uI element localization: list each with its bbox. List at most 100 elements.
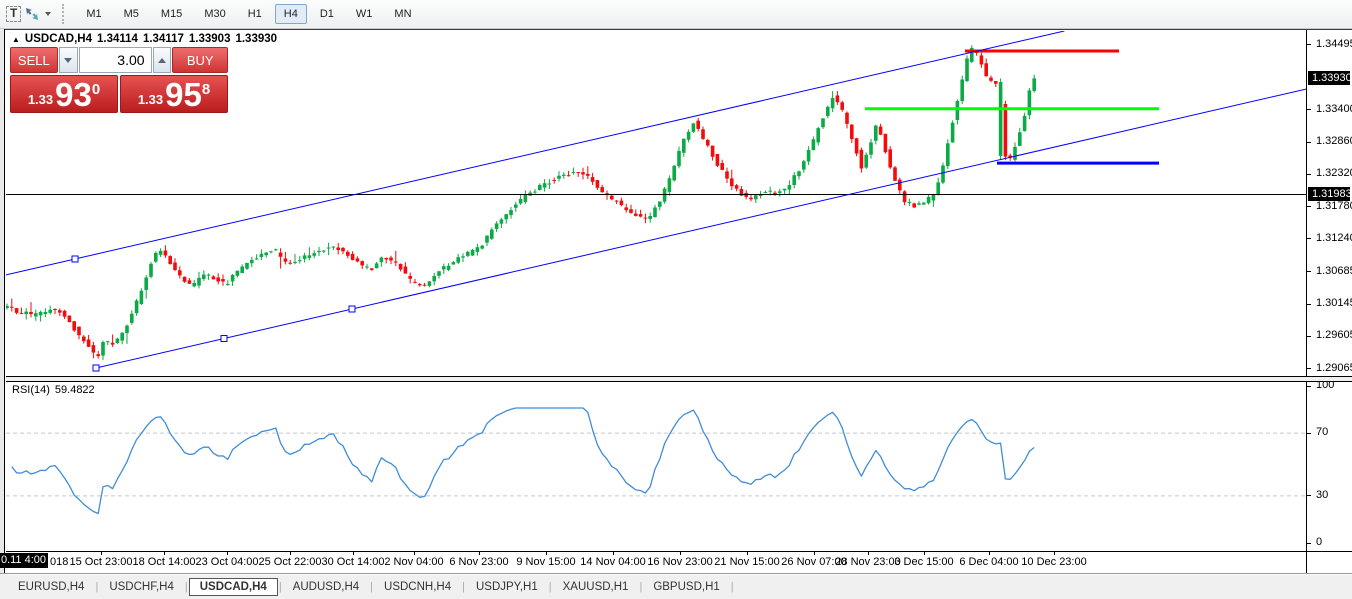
candle-body — [715, 154, 720, 166]
candle-body — [595, 180, 600, 188]
candle-body — [422, 284, 427, 286]
candle-body — [984, 63, 988, 77]
candle-body — [446, 265, 451, 270]
candle-body — [254, 258, 259, 260]
rsi-axis-tick — [1307, 542, 1311, 544]
candle-body — [120, 332, 124, 341]
text-tool-icon[interactable]: T — [6, 4, 22, 24]
candle-body — [355, 258, 360, 262]
candle-body — [557, 175, 561, 179]
time-label: 9 Nov 15:00 — [516, 556, 576, 568]
sell-button[interactable]: SELL — [10, 47, 58, 73]
candle-wick — [11, 298, 13, 312]
volume-decrease-button[interactable] — [58, 47, 78, 73]
candle-wick — [308, 247, 310, 261]
candle-body — [331, 246, 336, 248]
candle-body — [475, 247, 480, 252]
candle-body — [571, 172, 576, 174]
time-tick — [479, 552, 480, 555]
time-tick — [164, 552, 165, 555]
time-tick — [101, 552, 102, 555]
buy-price-box[interactable]: 1.33 95 8 — [120, 75, 228, 113]
candle-body — [302, 255, 307, 259]
arrows-tool-icon[interactable] — [24, 4, 40, 24]
timeframe-button-mn[interactable]: MN — [385, 4, 420, 24]
channel-handle[interactable] — [220, 335, 228, 342]
timeframe-button-m1[interactable]: M1 — [77, 4, 110, 24]
time-tick — [353, 552, 354, 555]
tab-eurusd[interactable]: EURUSD,H4 — [8, 578, 94, 596]
chevron-down-icon[interactable] — [45, 12, 52, 19]
timeframe-button-h1[interactable]: H1 — [239, 4, 271, 24]
tab-usdcnh[interactable]: USDCNH,H4 — [374, 578, 461, 596]
candle-body — [312, 253, 316, 256]
candle-body — [538, 185, 542, 190]
candle-body — [907, 201, 912, 203]
volume-input[interactable] — [78, 47, 152, 73]
candle-body — [782, 188, 787, 191]
price-label: 1.29605 — [1316, 329, 1352, 342]
timeframe-button-h4[interactable]: H4 — [274, 4, 307, 24]
candle-body — [58, 310, 62, 313]
collapse-panel-icon[interactable]: ▲ — [12, 35, 20, 44]
candle-body — [691, 123, 696, 132]
buy-button[interactable]: BUY — [172, 47, 228, 73]
price-label: 1.32320 — [1316, 167, 1352, 180]
price-tick — [1307, 141, 1311, 143]
candle-body — [413, 281, 417, 283]
candle-body — [706, 140, 710, 146]
timeframe-button-m15[interactable]: M15 — [152, 4, 191, 24]
candle-body — [264, 252, 268, 256]
candle-body — [581, 172, 585, 175]
timeframe-button-d1[interactable]: D1 — [311, 4, 343, 24]
channel-handle[interactable] — [348, 305, 356, 313]
toolbar-drag-handle[interactable] — [62, 4, 66, 24]
rsi-axis-label: 30 — [1316, 488, 1329, 501]
candle-body — [917, 203, 921, 205]
candle-body — [389, 257, 393, 261]
candle-body — [480, 245, 484, 249]
channel-handle[interactable] — [92, 364, 100, 372]
candle-wick — [328, 242, 330, 256]
tab-usdjpy[interactable]: USDJPY,H1 — [466, 578, 548, 596]
candle-body — [134, 300, 139, 314]
candle-body — [1022, 115, 1027, 132]
time-tick — [414, 552, 415, 555]
candle-wick — [284, 252, 286, 265]
volume-increase-button[interactable] — [152, 47, 172, 73]
candle-body — [230, 274, 235, 282]
timeframe-button-m30[interactable]: M30 — [195, 4, 234, 24]
price-label: 1.31780 — [1316, 199, 1352, 212]
tab-xauusd[interactable]: XAUUSD,H1 — [553, 578, 639, 596]
timeframe-button-w1[interactable]: W1 — [347, 4, 382, 24]
candle-body — [994, 81, 998, 84]
candle-wick — [289, 259, 291, 265]
time-tick — [747, 552, 748, 555]
candle-body — [278, 252, 283, 257]
tab-usdchf[interactable]: USDCHF,H4 — [99, 578, 184, 596]
time-label: 2 Nov 04:00 — [384, 556, 444, 568]
tab-usdcad[interactable]: USDCAD,H4 — [188, 578, 278, 596]
candle-body — [34, 313, 38, 317]
ohlc-open: 1.34114 — [97, 33, 138, 45]
sell-price-box[interactable]: 1.33 93 0 — [10, 75, 118, 113]
trend-channel-main-line[interactable] — [95, 88, 1306, 369]
time-tick — [1054, 552, 1055, 555]
candle-body — [154, 252, 158, 262]
candle-body — [470, 249, 475, 256]
timeframe-button-m5[interactable]: M5 — [115, 4, 148, 24]
candle-body — [965, 58, 969, 82]
time-tick — [680, 552, 681, 555]
tab-audusd[interactable]: AUDUSD,H4 — [283, 578, 369, 596]
candle-body — [485, 235, 489, 243]
ohlc-high: 1.34117 — [142, 33, 184, 45]
candle-body — [173, 262, 177, 270]
candle-body — [898, 179, 902, 191]
candle-body — [437, 271, 441, 276]
buy-price-sup: 8 — [201, 81, 211, 98]
candle-body — [365, 266, 369, 268]
tab-gbpusd[interactable]: GBPUSD,H1 — [643, 578, 729, 596]
channel-handle[interactable] — [71, 255, 79, 263]
candle-body — [840, 102, 844, 110]
candle-body — [725, 171, 729, 179]
